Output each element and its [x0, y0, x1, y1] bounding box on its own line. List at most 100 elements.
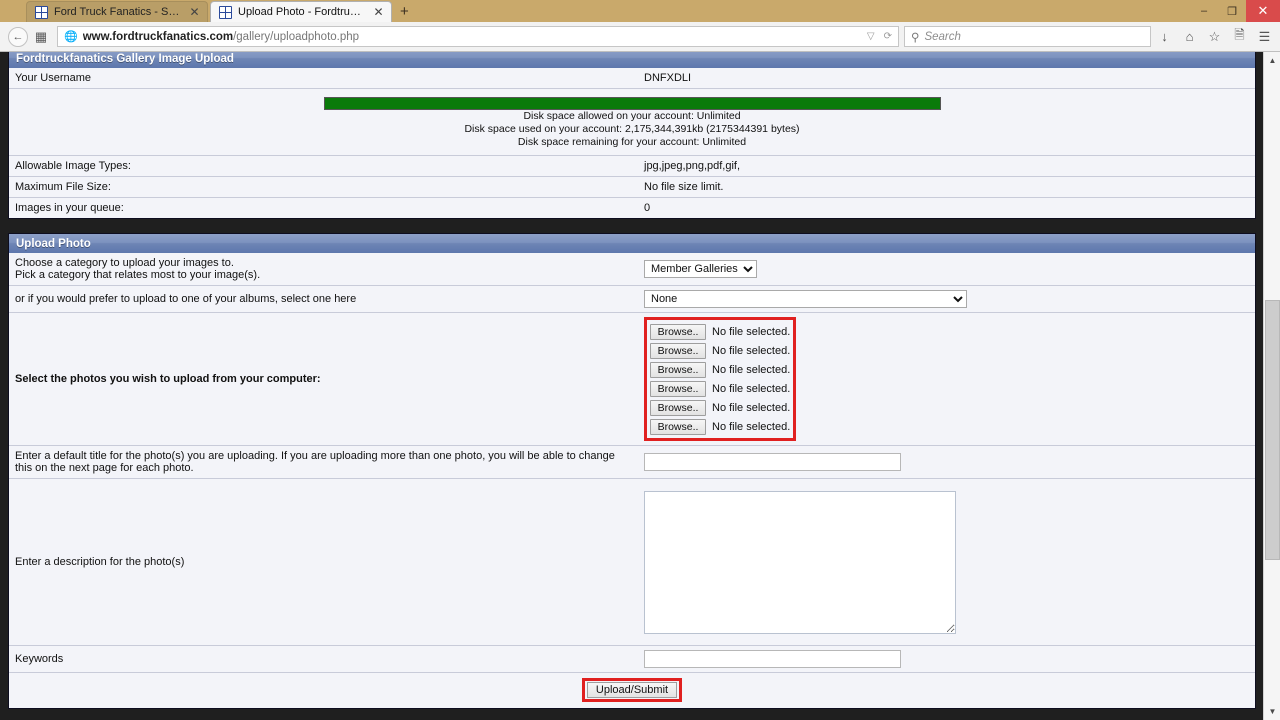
no-file-selected-label: No file selected. — [712, 382, 791, 395]
disk-space-cell: Disk space allowed on your account: Unli… — [9, 88, 1255, 156]
tab-title: Ford Truck Fanatics - Searc... — [54, 6, 182, 18]
submit-highlight: Upload/Submit — [581, 678, 683, 702]
description-textarea[interactable] — [644, 490, 956, 634]
file-inputs-highlight: Browse.. No file selected. Browse.. No file… — [644, 317, 797, 441]
library-icon[interactable]: 🗎 — [1228, 25, 1251, 48]
scrollbar-thumb[interactable] — [1265, 300, 1280, 560]
file-input-row: Browse.. No file selected. — [650, 360, 790, 379]
username-value: DNFXDLI — [638, 68, 1255, 89]
submit-cell: Upload/Submit — [9, 672, 1255, 708]
table-row: Upload/Submit — [9, 672, 1255, 708]
disk-usage-progress-bar — [323, 97, 941, 110]
scroll-down-arrow-icon[interactable]: ▼ — [1264, 703, 1280, 720]
new-tab-button[interactable]: + — [400, 4, 409, 19]
keywords-cell — [638, 645, 1255, 673]
browser-tab-2[interactable]: Upload Photo - Fordtruckf... ✕ — [210, 1, 392, 22]
gallery-info-table: Your Username DNFXDLI Disk space allowed… — [9, 68, 1255, 218]
title-bar: Ford Truck Fanatics - Searc... ✕ Upload … — [0, 0, 1280, 22]
file-inputs-cell: Browse.. No file selected. Browse.. No file… — [638, 312, 1255, 446]
allowable-types-label: Allowable Image Types: — [9, 155, 638, 177]
category-cell: Member Galleries — [638, 253, 1255, 286]
url-domain: www.fordtruckfanatics.com — [82, 30, 234, 43]
no-file-selected-label: No file selected. — [712, 325, 791, 338]
category-select[interactable]: Member Galleries — [644, 260, 757, 278]
table-row: Select the photos you wish to upload fro… — [9, 312, 1255, 446]
home-icon[interactable]: ⌂ — [1178, 25, 1201, 48]
tab-close-icon[interactable]: ✕ — [372, 6, 385, 18]
browse-button[interactable]: Browse.. — [650, 418, 706, 435]
queue-count-value: 0 — [638, 197, 1255, 218]
upload-photo-panel: Upload Photo Choose a category to upload… — [8, 233, 1256, 709]
username-label: Your Username — [9, 68, 638, 89]
default-title-input[interactable] — [644, 453, 901, 471]
category-label: Choose a category to upload your images … — [9, 253, 638, 286]
bookmark-star-icon[interactable]: ☆ — [1203, 25, 1226, 48]
table-row: Maximum File Size: No file size limit. — [9, 176, 1255, 198]
album-select[interactable]: None — [644, 290, 967, 308]
queue-count-label: Images in your queue: — [9, 197, 638, 218]
search-placeholder: Search — [924, 30, 961, 43]
download-icon[interactable]: ↓ — [1153, 25, 1176, 48]
close-window-button[interactable]: ✕ — [1246, 0, 1280, 22]
maximize-button[interactable]: ❐ — [1218, 0, 1246, 22]
description-cell — [638, 478, 1255, 646]
table-row: Enter a default title for the photo(s) y… — [9, 445, 1255, 479]
browse-button[interactable]: Browse.. — [650, 342, 706, 359]
description-label: Enter a description for the photo(s) — [9, 478, 638, 646]
page-scrollbar[interactable]: ▲ ▼ — [1263, 52, 1280, 720]
tab-close-icon[interactable]: ✕ — [188, 6, 201, 18]
chevron-down-icon[interactable]: ▽ — [865, 31, 877, 42]
table-row: Images in your queue: 0 — [9, 197, 1255, 218]
browser-tab-1[interactable]: Ford Truck Fanatics - Searc... ✕ — [26, 1, 208, 22]
globe-icon: 🌐 — [64, 31, 78, 43]
no-file-selected-label: No file selected. — [712, 363, 791, 376]
browser-window: Ford Truck Fanatics - Searc... ✕ Upload … — [0, 0, 1280, 720]
table-row: Allowable Image Types: jpg,jpeg,png,pdf,… — [9, 155, 1255, 177]
upload-form-table: Choose a category to upload your images … — [9, 253, 1255, 708]
browse-button[interactable]: Browse.. — [650, 380, 706, 397]
disk-remaining-text: Disk space remaining for your account: U… — [517, 136, 747, 148]
site-favicon-icon — [35, 5, 48, 19]
navigation-toolbar: ← ▦ 🌐 www.fordtruckfanatics.com/gallery/… — [0, 22, 1280, 52]
table-row: or if you would prefer to upload to one … — [9, 285, 1255, 313]
tab-title: Upload Photo - Fordtruckf... — [238, 6, 366, 18]
reload-icon[interactable]: ⟳ — [882, 31, 894, 42]
menu-icon[interactable]: ☰ — [1253, 25, 1276, 48]
page-viewport: Fordtruckfanatics Gallery Image Upload Y… — [0, 52, 1280, 720]
max-file-size-value: No file size limit. — [638, 176, 1255, 198]
window-controls: – ❐ ✕ — [1190, 0, 1280, 22]
category-label-line2: Pick a category that relates most to you… — [15, 269, 261, 281]
search-icon: ⚲ — [911, 31, 920, 44]
select-photos-label: Select the photos you wish to upload fro… — [9, 312, 638, 446]
search-bar[interactable]: ⚲ Search — [904, 26, 1151, 47]
disk-used-text: Disk space used on your account: 2,175,3… — [464, 123, 800, 135]
keywords-input[interactable] — [644, 650, 901, 668]
history-icon[interactable]: ▦ — [30, 26, 52, 48]
max-file-size-label: Maximum File Size: — [9, 176, 638, 198]
album-cell: None — [638, 285, 1255, 313]
keywords-label: Keywords — [9, 645, 638, 673]
no-file-selected-label: No file selected. — [712, 344, 791, 357]
browse-button[interactable]: Browse.. — [650, 399, 706, 416]
album-label: or if you would prefer to upload to one … — [9, 285, 638, 313]
site-favicon-icon — [219, 5, 232, 19]
scroll-up-arrow-icon[interactable]: ▲ — [1264, 52, 1280, 69]
gallery-info-panel: Fordtruckfanatics Gallery Image Upload Y… — [8, 52, 1256, 219]
table-row: Keywords — [9, 645, 1255, 673]
back-button[interactable]: ← — [8, 26, 28, 47]
gallery-panel-header: Fordtruckfanatics Gallery Image Upload — [9, 52, 1255, 68]
upload-panel-header: Upload Photo — [9, 234, 1255, 253]
no-file-selected-label: No file selected. — [712, 420, 791, 433]
minimize-button[interactable]: – — [1190, 0, 1218, 22]
disk-allowed-text: Disk space allowed on your account: Unli… — [523, 110, 741, 122]
file-input-row: Browse.. No file selected. — [650, 341, 790, 360]
default-title-label: Enter a default title for the photo(s) y… — [9, 445, 638, 479]
url-path: /gallery/uploadphoto.php — [233, 30, 360, 43]
browse-button[interactable]: Browse.. — [650, 361, 706, 378]
file-input-row: Browse.. No file selected. — [650, 417, 790, 436]
address-bar[interactable]: 🌐 www.fordtruckfanatics.com/gallery/uplo… — [57, 26, 899, 47]
upload-submit-button[interactable]: Upload/Submit — [586, 682, 678, 698]
allowable-types-value: jpg,jpeg,png,pdf,gif, — [638, 155, 1255, 177]
no-file-selected-label: No file selected. — [712, 401, 791, 414]
browse-button[interactable]: Browse.. — [650, 323, 706, 340]
